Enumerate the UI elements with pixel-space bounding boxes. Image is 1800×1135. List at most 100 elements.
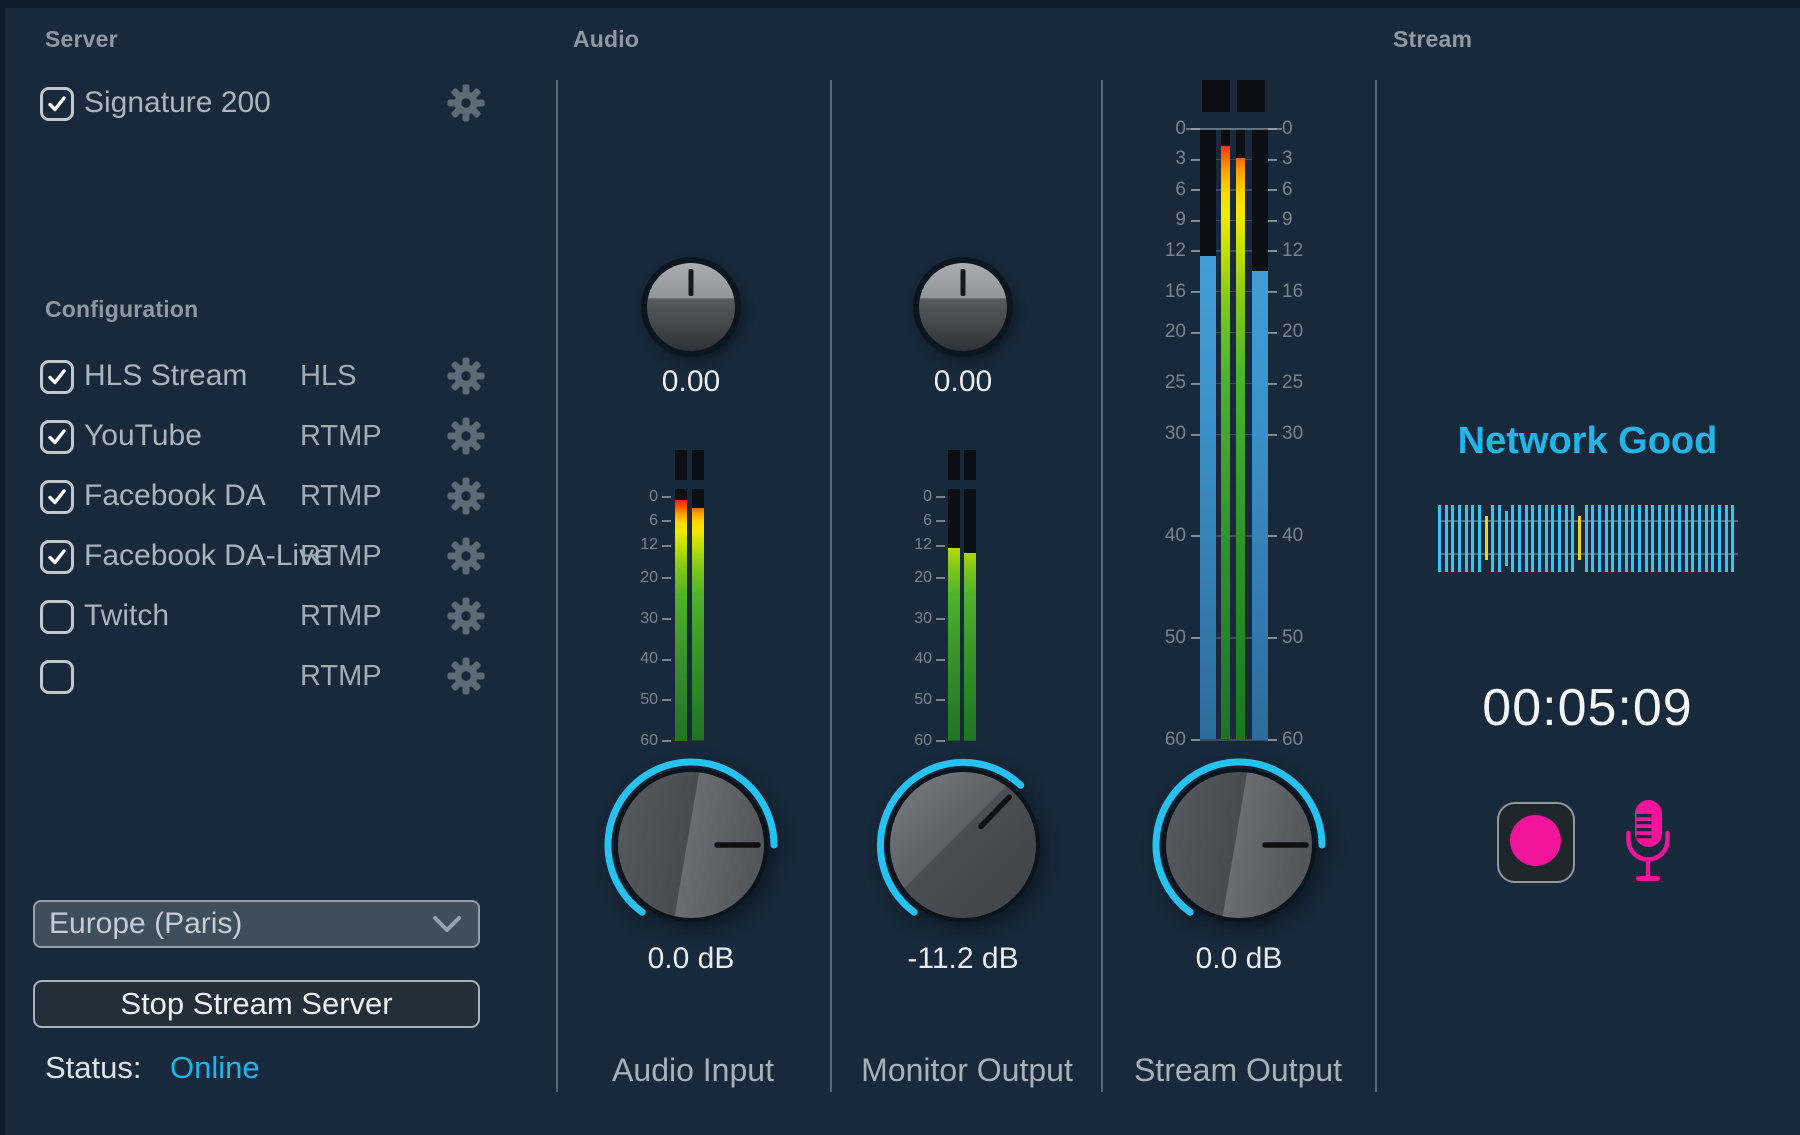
config-checkbox[interactable] (40, 540, 74, 574)
stream-section-title: Stream (1393, 26, 1472, 53)
meter-scale-label: 16 (1140, 280, 1186, 305)
network-bar (1625, 505, 1628, 572)
network-bar (1478, 505, 1481, 572)
channel-label-audio-input: Audio Input (556, 1052, 830, 1089)
stream-fader-readout: 0.0 dB (1159, 942, 1319, 976)
input-gain-knob[interactable] (639, 255, 743, 359)
meter-tick (936, 545, 945, 547)
meter-scale-label: 30 (1282, 422, 1328, 447)
config-checkbox[interactable] (40, 600, 74, 634)
network-bar (1651, 505, 1654, 572)
config-checkbox[interactable] (40, 360, 74, 394)
config-row-facebook-da-live: Facebook DA-Live RTMP (0, 539, 556, 575)
meter-bar-peak (675, 489, 687, 741)
stop-stream-server-button[interactable]: Stop Stream Server (33, 980, 480, 1028)
network-bar (1438, 505, 1441, 572)
network-bar (1698, 505, 1701, 572)
network-bar (1685, 505, 1688, 572)
device-checkbox[interactable] (40, 87, 74, 121)
region-select[interactable]: Europe (Paris) (33, 900, 480, 948)
meter-scale-label: 12 (1282, 239, 1328, 264)
clip-indicator (1202, 80, 1230, 112)
meter-scale-label: 12 (1140, 239, 1186, 264)
network-bar (1538, 505, 1541, 572)
meter-scale-label: 6 (612, 511, 658, 532)
meter-tick (936, 618, 945, 620)
config-protocol: RTMP (300, 539, 382, 573)
config-checkbox[interactable] (40, 660, 74, 694)
config-row-empty: RTMP (0, 659, 556, 695)
gear-icon[interactable] (447, 477, 485, 515)
meter-scale-label: 25 (1140, 371, 1186, 396)
meter-scale-label: 0 (886, 487, 932, 508)
meter-bar-peak (948, 489, 960, 741)
meter-scale-label: 9 (1282, 208, 1328, 233)
chevron-down-icon (432, 915, 462, 934)
network-bar (1525, 505, 1528, 572)
meter-scale-label: 20 (612, 568, 658, 589)
network-bar (1605, 505, 1608, 572)
meter-scale-label: 40 (612, 649, 658, 670)
meter-scale-label: 50 (886, 690, 932, 711)
config-label: Twitch (84, 599, 169, 633)
monitor-gain-knob[interactable] (911, 255, 1015, 359)
network-bar (1718, 505, 1721, 572)
gear-icon[interactable] (447, 357, 485, 395)
network-bar (1565, 505, 1568, 572)
meter-tick (936, 577, 945, 579)
network-bar (1711, 505, 1714, 572)
input-fader-readout: 0.0 dB (611, 942, 771, 976)
config-label: YouTube (84, 419, 202, 453)
divider-input-monitor (830, 80, 832, 1092)
config-protocol: RTMP (300, 599, 382, 633)
meter-bar-rms (1200, 129, 1216, 740)
check-icon (43, 363, 71, 391)
network-bar (1531, 505, 1534, 572)
gear-icon[interactable] (447, 84, 485, 122)
gear-icon[interactable] (447, 657, 485, 695)
meter-scale-label: 60 (1140, 728, 1186, 753)
configuration-section-title: Configuration (45, 296, 198, 323)
meter-scale-label: 12 (612, 535, 658, 556)
input-gain-readout: 0.00 (611, 365, 771, 399)
network-bar (1558, 505, 1561, 572)
meter-scale-label: 12 (886, 535, 932, 556)
stream-fader-knob[interactable] (1149, 755, 1329, 935)
microphone-icon[interactable] (1625, 799, 1671, 885)
network-bar (1571, 505, 1574, 572)
window-top-edge (0, 0, 1800, 8)
stream-timer: 00:05:09 (1375, 678, 1800, 738)
input-fader-knob[interactable] (601, 755, 781, 935)
meter-scale-label: 16 (1282, 280, 1328, 305)
network-bar-yellow (1578, 516, 1581, 560)
config-label: Facebook DA-Live (84, 539, 331, 573)
server-device-row: Signature 200 (0, 86, 556, 122)
config-checkbox[interactable] (40, 480, 74, 514)
network-bar (1611, 505, 1614, 572)
monitor-fader-knob[interactable] (873, 755, 1053, 935)
streaming-mixer-app: Server Audio Stream Configuration Signat… (0, 0, 1800, 1135)
record-icon (1510, 815, 1561, 866)
check-icon (43, 483, 71, 511)
meter-scale-label: 50 (1282, 626, 1328, 651)
audio-section-title: Audio (573, 26, 639, 53)
meter-bar-peak (692, 489, 704, 741)
network-bar (1631, 505, 1634, 572)
check-icon (43, 543, 71, 571)
gear-icon[interactable] (447, 537, 485, 575)
config-row-hls: HLS Stream HLS (0, 359, 556, 395)
meter-bar-peak (1221, 129, 1230, 740)
meter-tick (936, 520, 945, 522)
meter-scale-label: 3 (1140, 147, 1186, 172)
clip-indicator (1237, 80, 1265, 112)
meter-bar-peak (1236, 129, 1245, 740)
record-button[interactable] (1497, 802, 1575, 883)
monitor-gain-readout: 0.00 (883, 365, 1043, 399)
channel-label-monitor-output: Monitor Output (830, 1052, 1104, 1089)
network-bar (1665, 505, 1668, 572)
gear-icon[interactable] (447, 597, 485, 635)
gear-icon[interactable] (447, 417, 485, 455)
config-row-youtube: YouTube RTMP (0, 419, 556, 455)
config-checkbox[interactable] (40, 420, 74, 454)
network-bar (1551, 505, 1554, 572)
